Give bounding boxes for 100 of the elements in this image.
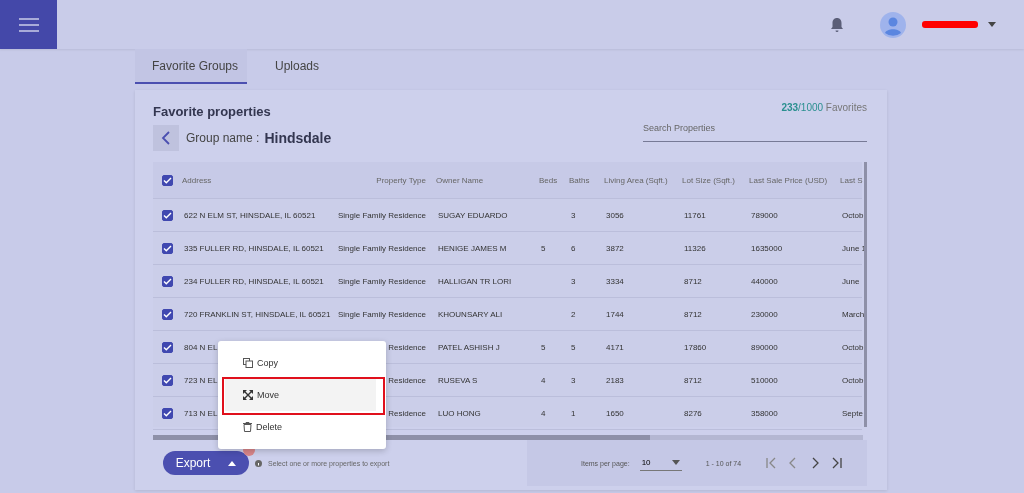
- caret-up-icon: [228, 460, 237, 466]
- favorites-count: 233/1000 Favorites: [781, 102, 867, 113]
- table-cell: 510000: [751, 375, 778, 385]
- row-checkbox[interactable]: [162, 341, 173, 353]
- table-cell: 720 FRANKLIN ST, HINSDALE, IL 60521: [184, 309, 331, 319]
- table-cell: 804 N EL: [184, 342, 218, 352]
- group-label: Group name :: [186, 131, 260, 145]
- row-checkbox[interactable]: [162, 407, 173, 419]
- table-cell: 4171: [606, 342, 624, 352]
- table-cell: Single Family Residence: [337, 210, 426, 220]
- column-header[interactable]: Address: [178, 175, 330, 185]
- table-cell: 3872: [606, 243, 624, 253]
- table-cell: 11761: [684, 210, 706, 220]
- trash-icon: [243, 422, 252, 432]
- table-cell: 3334: [606, 276, 624, 286]
- table-cell: 1650: [606, 408, 624, 418]
- column-header[interactable]: Last S: [836, 175, 862, 185]
- table-cell: 8712: [684, 375, 702, 385]
- column-header[interactable]: Last Sale Price (USD): [745, 175, 836, 185]
- table-cell: 1: [571, 408, 576, 418]
- table-cell: 1635000: [751, 243, 783, 253]
- table-cell: 11326: [684, 243, 706, 253]
- tab[interactable]: Uploads: [247, 49, 347, 84]
- menu-item[interactable]: Move: [225, 379, 376, 411]
- table-cell: Octob: [842, 375, 864, 385]
- table-cell: 8712: [684, 276, 702, 286]
- table-cell: 17860: [684, 342, 707, 352]
- table-cell: Septe: [842, 408, 863, 418]
- table-cell: SUGAY EDUARDO: [438, 210, 508, 220]
- table-cell: Single Family Residence: [337, 276, 426, 286]
- column-header[interactable]: Owner Name: [432, 175, 535, 185]
- row-checkbox[interactable]: [162, 209, 173, 221]
- table-cell: June: [842, 276, 860, 286]
- table-cell: HENIGE JAMES M: [438, 243, 507, 253]
- tab[interactable]: Favorite Groups: [135, 49, 247, 84]
- table-cell: RUSEVA S: [438, 375, 478, 385]
- table-cell: 5: [541, 243, 546, 253]
- bell-icon[interactable]: [830, 16, 844, 33]
- four-arrows-icon: [243, 390, 253, 400]
- table-cell: 713 N EL: [184, 408, 218, 418]
- table-cell: 6: [571, 243, 576, 253]
- table-cell: PATEL ASHISH J: [438, 342, 500, 352]
- copy-icon: [243, 358, 253, 368]
- group-name: Hindsdale: [264, 130, 332, 146]
- row-checkbox[interactable]: [162, 308, 173, 320]
- table-cell: 723 N EL: [184, 375, 218, 385]
- table-cell: 1744: [606, 309, 624, 319]
- search-field[interactable]: Search Properties: [643, 119, 867, 142]
- table-cell: 890000: [751, 342, 778, 352]
- table-cell: 8276: [684, 408, 702, 418]
- table-cell: Residence: [388, 408, 426, 418]
- caret-icon[interactable]: [988, 22, 996, 27]
- chevron-left-icon: [161, 131, 171, 145]
- table-cell: 3: [571, 210, 576, 220]
- table-cell: HALLIGAN TR LORI: [438, 276, 512, 286]
- menu-icon: [17, 16, 40, 33]
- table-cell: 3056: [606, 210, 624, 220]
- select-all-checkbox[interactable]: [162, 174, 173, 186]
- table-cell: Residence: [388, 375, 426, 385]
- table-cell: KHOUNSARY ALI: [438, 309, 503, 319]
- table-cell: 5: [541, 342, 546, 352]
- table-cell: March: [842, 309, 865, 319]
- table-cell: 440000: [751, 276, 778, 286]
- menu-item[interactable]: Delete: [225, 411, 376, 443]
- table-cell: 2183: [606, 375, 624, 385]
- vertical-scrollbar[interactable]: [864, 162, 867, 427]
- table-cell: LUO HONG: [438, 408, 481, 418]
- table-cell: 622 N ELM ST, HINSDALE, IL 60521: [184, 210, 316, 220]
- items-per-page-select[interactable]: 10: [639, 455, 682, 471]
- card-title: Favorite properties: [153, 104, 272, 119]
- back-button[interactable]: [153, 125, 179, 151]
- table-cell: Residence: [388, 342, 426, 352]
- dropdown-caret-icon: [671, 460, 680, 465]
- table-cell: Single Family Residence: [337, 243, 426, 253]
- table-cell: 3: [571, 375, 576, 385]
- last-page-icon[interactable]: [831, 457, 844, 469]
- table-cell: 335 FULLER RD, HINSDALE, IL 60521: [184, 243, 324, 253]
- row-checkbox[interactable]: [162, 275, 173, 287]
- table-cell: 4: [541, 375, 546, 385]
- row-checkbox[interactable]: [162, 374, 173, 386]
- table-cell: Octob: [842, 210, 864, 220]
- export-button[interactable]: Export: [163, 451, 249, 475]
- column-header[interactable]: Beds: [535, 175, 565, 185]
- table-cell: 234 FULLER RD, HINSDALE, IL 60521: [184, 276, 324, 286]
- table-cell: 3: [571, 276, 576, 286]
- table-cell: 8712: [684, 309, 702, 319]
- column-header[interactable]: Property Type: [330, 175, 432, 185]
- table-cell: 5: [571, 342, 576, 352]
- column-header[interactable]: Living Area (Sqft.): [600, 175, 678, 185]
- table-cell: 2: [571, 309, 576, 319]
- menu-item[interactable]: Copy: [225, 347, 376, 379]
- menu-button[interactable]: [0, 0, 57, 49]
- table-cell: Single Family Residence: [337, 309, 426, 319]
- info-icon: [255, 459, 262, 467]
- column-header[interactable]: Lot Size (Sqft.): [678, 175, 745, 185]
- column-header[interactable]: Baths: [565, 175, 600, 185]
- table-cell: 789000: [751, 210, 778, 220]
- table-cell: 358000: [751, 408, 778, 418]
- row-checkbox[interactable]: [162, 242, 173, 254]
- table-cell: 230000: [751, 309, 778, 319]
